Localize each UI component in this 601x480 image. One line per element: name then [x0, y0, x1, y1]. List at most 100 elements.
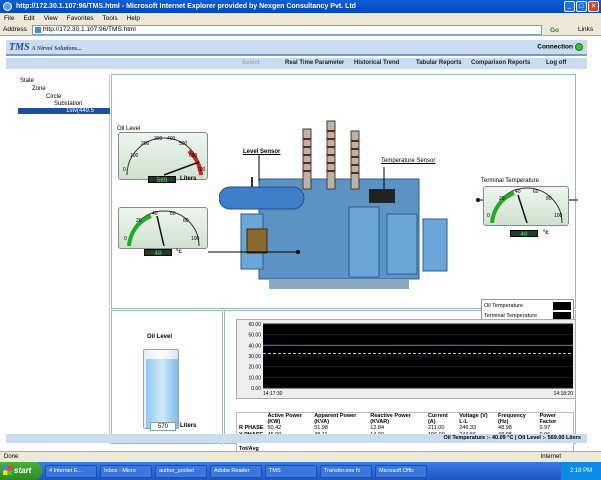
y-tick-label: 40.00	[248, 343, 261, 349]
taskbar-item[interactable]: Transfer.exe N	[320, 464, 372, 478]
browser-status-bar: Done Internet	[0, 451, 601, 462]
oil-temperature-gauge-dial	[127, 210, 200, 247]
terminal-temperature-display: 40	[510, 230, 538, 238]
nav-comparison-reports[interactable]: Comparison Reports	[471, 58, 530, 69]
taskbar-item[interactable]: Adobe Reader	[210, 464, 262, 478]
column-header: Voltage (V) L-L	[459, 413, 488, 425]
column-header: Frequency (Hz)	[498, 413, 526, 425]
taskbar-item[interactable]: Inbox - Micro	[100, 464, 152, 478]
terminal-temperature-tick-100: 100	[554, 213, 563, 219]
taskbar-item[interactable]: author_pocket	[155, 464, 207, 478]
close-button[interactable]: ×	[588, 1, 599, 12]
nav-select[interactable]: Select	[242, 58, 260, 69]
y-tick-label: 50.00	[248, 333, 261, 339]
level-sensor-label: Level Sensor	[243, 149, 281, 155]
taskbar-item[interactable]: 4 Internet E...	[45, 464, 97, 478]
tree-item-selected[interactable]: 1stv(449.5	[18, 108, 110, 114]
logo: TMS A Nirvoi Solutions...	[9, 42, 82, 53]
y-tick-label: 30.00	[248, 354, 261, 360]
page-icon	[35, 27, 41, 33]
tree-item-zone[interactable]: Zone	[32, 86, 46, 92]
oil-level-display: 569	[148, 176, 176, 184]
oil-temperature-tick-60: 60	[170, 211, 176, 217]
oil-level-tick-200: 200	[141, 141, 150, 147]
taskbar-item[interactable]: Microsoft Offic	[375, 464, 427, 478]
column-header	[237, 413, 265, 425]
location-tree: State Zone Circle Substation 1stv(449.5	[6, 74, 110, 444]
y-tick-label: 10.00	[248, 375, 261, 381]
oil-level-tick-500: 500	[179, 141, 188, 147]
legend-oil-swatch	[553, 302, 571, 310]
x-tick-label: 14:18:20	[554, 391, 574, 397]
oil-temperature-tick-40: 40	[152, 211, 158, 217]
nav-log-off[interactable]: Log off	[546, 58, 566, 69]
nav-historical-trend[interactable]: Historical Trend	[354, 58, 399, 69]
table-cell: 0.97	[539, 425, 551, 431]
oil-level-tick-600: 600	[189, 153, 198, 159]
oil-level-tick-100: 100	[130, 153, 139, 159]
tree-item-circle[interactable]: Circle	[46, 94, 61, 100]
page-content: TMS A Nirvoi Solutions... Connection Sele…	[0, 36, 601, 469]
nav-tabular-reports[interactable]: Tabular Reports	[416, 58, 462, 69]
oil-temperature-display: 40	[144, 249, 172, 257]
oil-level-tick-0: 0	[123, 167, 126, 173]
terminal-temperature-tick-80: 80	[546, 196, 552, 202]
taskbar-item[interactable]: TMS	[265, 464, 317, 478]
menu-edit[interactable]: Edit	[23, 13, 34, 24]
tree-item-state[interactable]: State	[20, 78, 34, 84]
ie-icon	[3, 2, 12, 11]
maximize-button[interactable]: □	[576, 1, 587, 12]
menu-file[interactable]: File	[4, 13, 14, 24]
logo-text: TMS	[9, 42, 30, 53]
app-header: TMS A Nirvoi Solutions... Connection	[6, 40, 587, 56]
menu-help[interactable]: Help	[127, 13, 140, 24]
tank-fill	[146, 359, 178, 428]
oil-level-tick-400: 400	[167, 136, 176, 142]
tagline: A Nirvoi Solutions...	[31, 46, 82, 52]
oil-temperature-unit: °c	[176, 249, 182, 255]
minimize-button[interactable]: _	[564, 1, 575, 12]
system-tray-clock: 2:18 PM	[561, 462, 601, 480]
column-header: Power Factor	[539, 413, 557, 425]
temperature-sensor-label: Temperature Sensor	[381, 158, 436, 164]
table-cell: 48.98	[498, 425, 512, 431]
status-text: Done	[4, 454, 19, 460]
menu-view[interactable]: View	[44, 13, 58, 24]
address-input[interactable]: http://172.30.1.107:96/TMS.html	[32, 25, 542, 35]
row-label: R PHASE	[239, 425, 264, 431]
column-header: Reactive Power (KVAR)	[370, 413, 411, 425]
oil-level-gauge: 0 100 200 300 400 500 600 700	[118, 132, 208, 180]
start-button[interactable]: start	[0, 462, 42, 480]
menu-bar: File Edit View Favorites Tools Help	[0, 13, 601, 24]
oil-temperature-tick-0: 0	[124, 236, 127, 242]
connection-label: Connection	[537, 43, 573, 51]
nav-real-time-parameter[interactable]: Real Time Parameter	[285, 58, 344, 69]
oil-temperature-tick-80: 80	[183, 218, 189, 224]
table-cell: 12.84	[370, 425, 384, 431]
x-tick-label: 14:17:30	[263, 391, 283, 397]
table-cell: 50.42	[267, 425, 282, 431]
oil-level-tick-300: 300	[154, 136, 163, 142]
table-header-row: Active Power (KW) Apparent Power (KVA) Rea…	[237, 413, 573, 425]
nav-bar: Select Real Time Parameter Historical Tr…	[6, 58, 587, 69]
trend-chart: 60.00 50.00 40.00 30.00 20.00 10.00 0.00 14:17:…	[236, 319, 576, 399]
address-url: http://172.30.1.107:96/TMS.html	[43, 26, 136, 33]
y-tick-label: 0.00	[251, 386, 261, 392]
table-row: R PHASE 50.42 51.98 12.84 211.00 246.33 48.98 0…	[237, 425, 573, 432]
trend-chart-svg: 60.00 50.00 40.00 30.00 20.00 10.00 0.0014:17:…	[248, 322, 574, 397]
oil-level-unit: Liters	[180, 176, 197, 182]
title-bar: http://172.30.1.107:96/TMS.html - Micros…	[0, 0, 601, 13]
terminal-temperature-tick-20: 20	[499, 196, 505, 202]
oil-temperature-needle	[156, 215, 165, 247]
menu-tools[interactable]: Tools	[102, 13, 117, 24]
terminal-temperature-unit: °c	[543, 230, 549, 236]
terminal-temperature-tick-0: 0	[487, 213, 490, 219]
menu-favorites[interactable]: Favorites	[67, 13, 94, 24]
links-button[interactable]: Links	[578, 24, 593, 36]
column-header: Apparent Power (KVA)	[314, 413, 357, 425]
legend-oil-temperature: Oil Temperature	[484, 303, 524, 309]
terminal-temperature-gauge-dial	[490, 187, 563, 224]
tree-item-substation[interactable]: Substation	[54, 101, 82, 107]
terminal-temperature-gauge: 0 20 40 60 80 100	[483, 186, 569, 226]
oil-level-tick-700: 700	[197, 167, 206, 173]
